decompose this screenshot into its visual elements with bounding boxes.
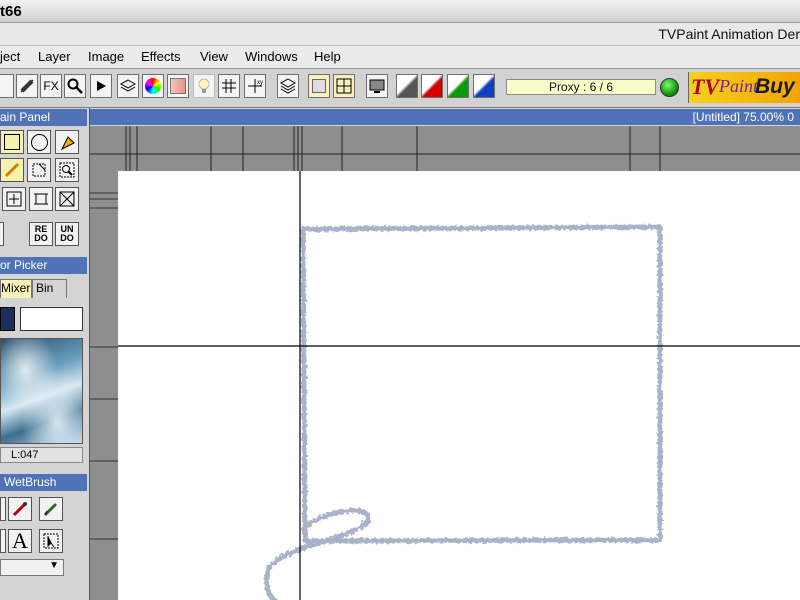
window-title: t66 (0, 3, 22, 20)
fill-tool-icon[interactable] (55, 130, 79, 154)
primary-color-swatch[interactable] (0, 307, 15, 331)
select-arrow-icon[interactable] (39, 529, 63, 553)
secondary-color-swatch[interactable] (20, 307, 83, 331)
ellipse-tool-icon[interactable] (27, 130, 51, 154)
bw-gradient-icon[interactable] (396, 74, 418, 98)
tab-bin[interactable]: Bin (32, 279, 67, 298)
canvas-ruler-area (90, 126, 800, 171)
color-readout: L:047 (0, 447, 83, 463)
tv-logo: TV (691, 74, 720, 99)
layers-icon[interactable] (117, 74, 139, 98)
undo-button[interactable]: UN DO (55, 222, 79, 246)
app-titlebar: TVPaint Animation Der (0, 23, 800, 46)
split-view-icon[interactable] (333, 74, 355, 98)
warp-tool-icon[interactable] (0, 158, 24, 182)
display-monitor-icon[interactable] (366, 74, 388, 98)
play-icon[interactable] (90, 74, 112, 98)
resize-tool-icon[interactable] (29, 187, 53, 211)
brush-tool-icon[interactable] (16, 74, 38, 98)
fx-button[interactable]: FX (40, 74, 62, 98)
menu-windows[interactable]: Windows (245, 49, 298, 64)
redo-button[interactable]: RE DO (29, 222, 53, 246)
pencil-icon[interactable] (39, 497, 63, 521)
text-tool-icon[interactable]: A (8, 528, 32, 553)
color-picker-header: or Picker (0, 257, 87, 274)
onion-skin-icon[interactable] (308, 74, 330, 98)
menu-effects[interactable]: Effects (141, 49, 181, 64)
canvas-drawing (118, 171, 800, 600)
grid-icon[interactable] (218, 74, 240, 98)
crop-tool-icon[interactable] (27, 158, 51, 182)
green-channel-icon[interactable] (447, 74, 469, 98)
zoom-tool-icon[interactable] (55, 158, 79, 182)
lightbulb-icon[interactable] (193, 74, 215, 98)
zoom-icon[interactable] (64, 74, 86, 98)
color-wheel-icon[interactable] (142, 74, 164, 98)
gradient-icon[interactable] (167, 74, 189, 98)
canvas-left-margin (90, 171, 118, 600)
partial-tool-icon[interactable] (0, 222, 4, 246)
partial-brush-icon[interactable] (0, 497, 6, 521)
brush-preset-dropdown[interactable]: ▼ (0, 559, 64, 576)
tool-partial-icon[interactable] (0, 74, 14, 98)
buy-button[interactable]: Buy (755, 75, 795, 99)
partial-brush-icon-2[interactable] (0, 529, 6, 553)
main-panel-header: ain Panel (0, 109, 87, 126)
blue-channel-icon[interactable] (473, 74, 495, 98)
color-picker-title: or Picker (0, 258, 48, 272)
buy-banner[interactable]: TV Paint Buy (688, 72, 800, 103)
window-titlebar: t66 (0, 0, 800, 23)
mixer-canvas[interactable] (0, 338, 83, 444)
menu-layer[interactable]: Layer (38, 49, 71, 64)
menu-help[interactable]: Help (314, 49, 341, 64)
airbrush-icon[interactable] (8, 497, 32, 521)
menu-view[interactable]: View (200, 49, 228, 64)
tab-mixer[interactable]: Mixer (0, 279, 32, 298)
toolbar: FX xy Proxy : 6 / 6 TV Paint Buy (0, 69, 800, 108)
drawing-canvas[interactable] (118, 171, 800, 600)
brush-panel-header: WetBrush (0, 474, 87, 491)
rectangle-tool-icon[interactable] (0, 130, 24, 154)
menubar: ject Layer Image Effects View Windows He… (0, 46, 800, 69)
move-tool-icon[interactable] (2, 187, 26, 211)
paint-logo: Paint (719, 76, 758, 96)
main-panel-title: ain Panel (0, 110, 51, 124)
menu-image[interactable]: Image (88, 49, 124, 64)
canvas-info: [Untitled] 75.00% 0 (692, 110, 794, 124)
app-title: TVPaint Animation Der (658, 26, 800, 42)
brush-panel-title: WetBrush (4, 475, 57, 489)
chevron-down-icon: ▼ (49, 560, 59, 571)
svg-text:xy: xy (257, 80, 263, 86)
menu-project[interactable]: ject (0, 49, 20, 64)
proxy-indicator[interactable]: Proxy : 6 / 6 (506, 79, 656, 95)
red-channel-icon[interactable] (421, 74, 443, 98)
clear-tool-icon[interactable] (55, 187, 79, 211)
sketch-stroke (264, 224, 663, 600)
stack-layers-icon[interactable] (277, 74, 299, 98)
axis-guides-icon[interactable]: xy (244, 74, 266, 98)
status-led-icon (660, 78, 679, 97)
canvas-window-header: [Untitled] 75.00% 0 (90, 109, 800, 125)
